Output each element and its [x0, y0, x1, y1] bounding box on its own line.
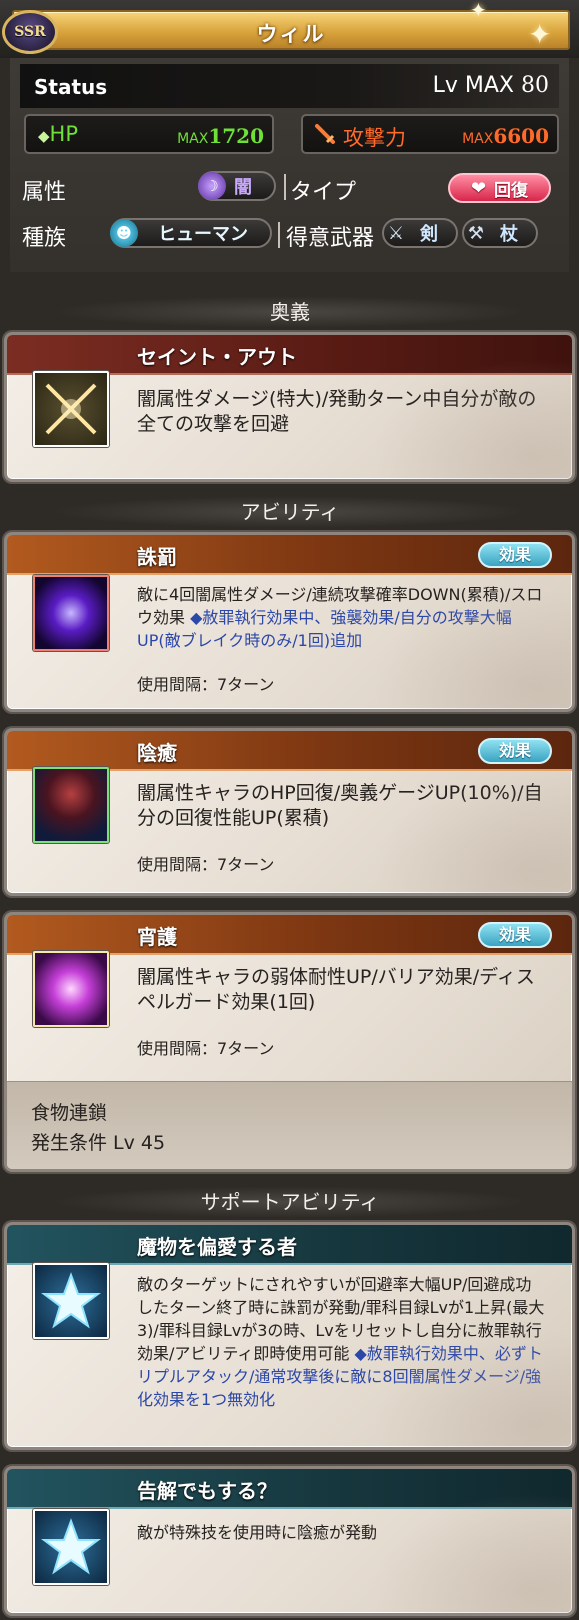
- crossed-swords-icon: [33, 371, 109, 447]
- attack-label: 攻撃力: [343, 126, 406, 150]
- star-icon: [33, 1509, 109, 1585]
- weapon-staff-label: 杖: [500, 224, 518, 245]
- ability-title-bar: 誅罰 効果: [7, 535, 572, 575]
- element-label: 属性: [22, 180, 67, 205]
- staff-weapon-icon: ⚒: [467, 222, 485, 244]
- support-ability-card-1: 魔物を偏愛する者 敵のターゲットにされやすいが回避率大幅UP/回避成功したターン…: [4, 1222, 575, 1450]
- support-ability-name: 告解でもする？: [137, 1479, 277, 1503]
- ability-name: 誅罰: [137, 545, 177, 569]
- support-title-bar: 魔物を偏愛する者: [7, 1225, 572, 1265]
- ability-card-3: 宵護 効果 闇属性キャラの弱体耐性UP/バリア効果/ディスペルガード効果(1回)…: [4, 912, 575, 1172]
- ability-name: 宵護: [137, 925, 177, 949]
- status-label: Status: [34, 75, 108, 99]
- food-chain-box: 食物連鎖 発生条件 Lv 45: [7, 1081, 572, 1169]
- attack-value: 6600: [493, 124, 549, 148]
- character-header: ウィル SSR ✦ ✦: [0, 0, 579, 58]
- hp-label: ◆HP: [38, 122, 79, 146]
- sword-icon: [315, 124, 335, 144]
- star-burst-icon: [33, 575, 109, 651]
- hp-stat-box: ◆HP MAX1720: [24, 114, 274, 154]
- sword-weapon-icon: ⚔: [387, 222, 405, 244]
- background-ornament: [372, 589, 572, 709]
- hp-diamond-icon: ◆: [38, 127, 50, 145]
- human-race-icon: ☻: [110, 219, 138, 247]
- hp-value: 1720: [208, 124, 264, 148]
- ougi-card: セイント・アウト 闇属性ダメージ(特大)/発動ターン中自分が敵の全ての攻撃を回避: [4, 332, 575, 482]
- moon-icon: [33, 767, 109, 843]
- ability-cooldown: 使用間隔：7ターン: [137, 675, 275, 694]
- ougi-name: セイント・アウト: [137, 345, 297, 369]
- divider: [278, 222, 280, 248]
- background-ornament: [372, 773, 572, 893]
- level-value: 80: [521, 73, 549, 98]
- type-value: 回復: [494, 180, 529, 201]
- ability-cooldown: 使用間隔：7ターン: [137, 1039, 275, 1058]
- food-chain-label: 食物連鎖: [31, 1102, 108, 1124]
- dark-element-icon: ☽: [198, 172, 226, 200]
- element-pill: ☽ 闇: [198, 171, 276, 201]
- race-label: 種族: [22, 226, 67, 251]
- effect-button[interactable]: 効果: [478, 542, 552, 568]
- ability-card-2: 陰癒 効果 闇属性キャラのHP回復/奥義ゲージUP(10%)/自分の回復性能UP…: [4, 728, 575, 896]
- race-value: ヒューマン: [158, 224, 248, 245]
- weapon-label: 得意武器: [286, 226, 375, 251]
- ability-section-header: アビリティ: [50, 496, 530, 528]
- ability-title-bar: 宵護 効果: [7, 915, 572, 955]
- level-display: Lv MAX 80: [433, 73, 549, 98]
- ability-name: 陰癒: [137, 741, 177, 765]
- ougi-section-header: 奥義: [50, 296, 530, 328]
- background-ornament: [372, 359, 572, 479]
- ssr-rarity-badge: SSR: [2, 10, 58, 54]
- support-ability-section-header: サポートアビリティ: [50, 1186, 530, 1218]
- ability-title-bar: 陰癒 効果: [7, 731, 572, 771]
- support-ability-name: 魔物を偏愛する者: [137, 1235, 297, 1259]
- star-icon: [33, 1263, 109, 1339]
- effect-button[interactable]: 効果: [478, 922, 552, 948]
- heart-icon: ❤: [470, 177, 487, 199]
- character-name: ウィル: [256, 22, 326, 46]
- race-pill: ☻ ヒューマン: [110, 218, 272, 248]
- sparkle-icon: ✦: [528, 18, 552, 51]
- level-label: Lv MAX: [432, 73, 514, 98]
- food-chain-condition: 発生条件 Lv 45: [31, 1132, 166, 1154]
- hexagon-shield-icon: [33, 951, 109, 1027]
- ability-cooldown: 使用間隔：7ターン: [137, 855, 275, 874]
- weapon-pill-staff: ⚒ 杖: [462, 218, 538, 248]
- hp-max: MAX1720: [177, 124, 264, 148]
- status-level-row: Status Lv MAX 80: [20, 64, 559, 108]
- ability-card-1: 誅罰 効果 敵に4回闇属性ダメージ/連続攻撃確率DOWN(累積)/スロウ効果 ◆…: [4, 532, 575, 712]
- weapon-pill-sword: ⚔ 剣: [382, 218, 458, 248]
- status-panel: Status Lv MAX 80 ◆HP MAX1720 攻撃力 MAX6600…: [10, 58, 569, 272]
- attack-stat-box: 攻撃力 MAX6600: [301, 114, 559, 154]
- effect-button[interactable]: 効果: [478, 738, 552, 764]
- element-value: 闇: [234, 177, 252, 198]
- type-pill: ❤ 回復: [448, 173, 551, 203]
- type-label: タイプ: [290, 180, 357, 205]
- ability-description: 闇属性キャラの弱体耐性UP/バリア効果/ディスペルガード効果(1回): [137, 966, 535, 1013]
- weapon-sword-label: 剣: [420, 224, 438, 245]
- support-ability-card-2: 告解でもする？ 敵が特殊技を使用時に陰癒が発動: [4, 1466, 575, 1616]
- background-ornament: [372, 1327, 572, 1447]
- divider: [284, 174, 286, 200]
- background-ornament: [372, 1493, 572, 1613]
- attack-max: MAX6600: [462, 124, 549, 148]
- sparkle-icon: ✦: [470, 0, 487, 22]
